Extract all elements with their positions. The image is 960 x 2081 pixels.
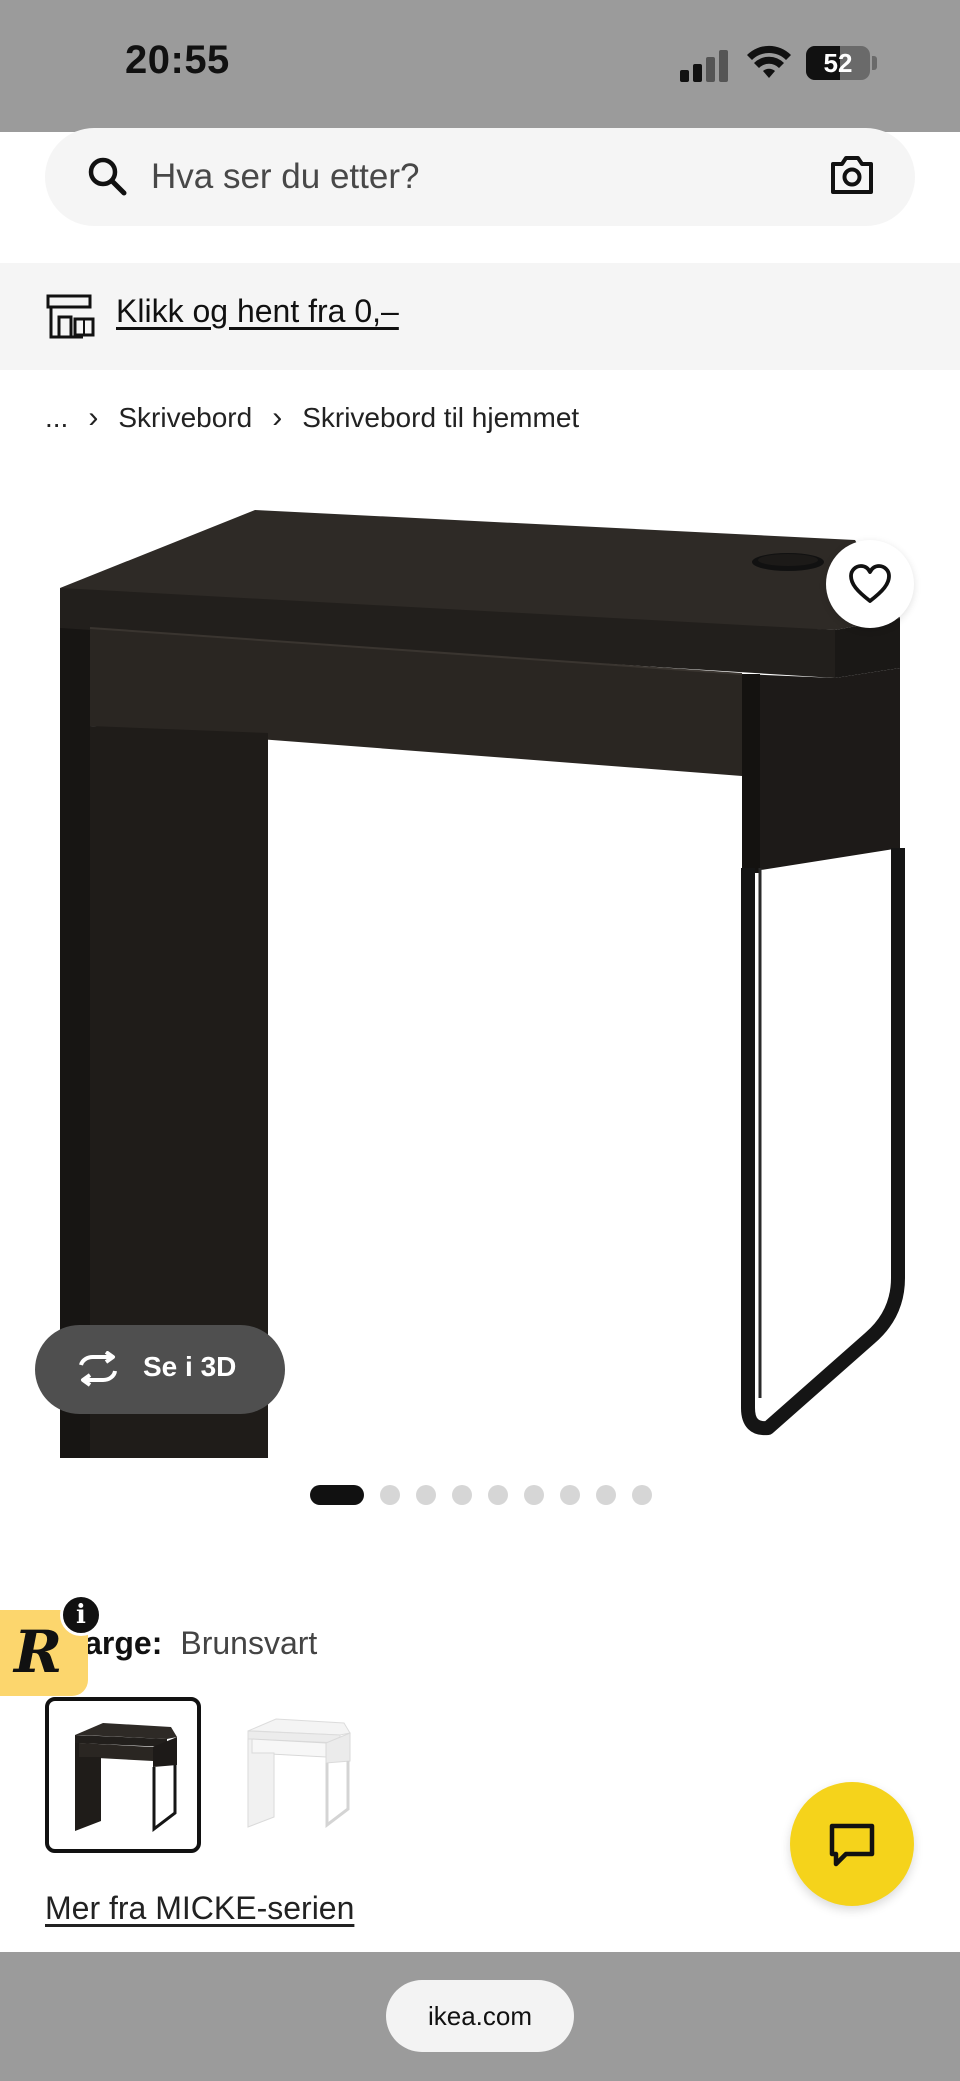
status-time: 20:55	[125, 38, 230, 82]
breadcrumb-separator: ›	[272, 401, 283, 434]
camera-icon[interactable]	[827, 150, 877, 200]
breadcrumb-item-skrivebord[interactable]: Skrivebord	[118, 402, 252, 434]
carousel-dot[interactable]	[524, 1485, 544, 1505]
click-collect-link[interactable]: Klikk og hent fra 0,–	[116, 293, 399, 330]
breadcrumb: ... › Skrivebord › Skrivebord til hjemme…	[45, 398, 579, 438]
breadcrumb-ellipsis[interactable]: ...	[45, 402, 68, 434]
wifi-icon	[747, 45, 791, 78]
carousel-dot[interactable]	[452, 1485, 472, 1505]
carousel-dot-active[interactable]	[310, 1485, 364, 1505]
store-icon	[46, 294, 95, 339]
view-3d-button[interactable]: Se i 3D	[35, 1325, 285, 1414]
battery-icon: 52	[806, 46, 870, 80]
carousel-dot[interactable]	[488, 1485, 508, 1505]
series-link[interactable]: Mer fra MICKE-serien	[45, 1890, 354, 1927]
carousel-dot[interactable]	[416, 1485, 436, 1505]
info-icon[interactable]: i	[60, 1594, 102, 1636]
heart-icon	[849, 564, 891, 603]
battery-level: 52	[823, 48, 853, 78]
page: 20:55 52 Hva ser du etter? Klikk og hent…	[0, 0, 960, 2081]
carousel-dot[interactable]	[632, 1485, 652, 1505]
carousel-dot[interactable]	[596, 1485, 616, 1505]
chat-icon	[829, 1823, 875, 1867]
breadcrumb-item-skrivebord-hjemmet[interactable]: Skrivebord til hjemmet	[302, 402, 579, 434]
click-collect-banner: Klikk og hent fra 0,–	[0, 263, 960, 370]
review-widget-logo: R	[14, 1618, 63, 1686]
battery-tip	[872, 56, 877, 70]
cellular-signal-icon	[680, 50, 730, 82]
favorite-button[interactable]	[826, 540, 914, 628]
breadcrumb-separator: ›	[88, 401, 99, 434]
view-3d-label: Se i 3D	[143, 1351, 237, 1382]
carousel-dot[interactable]	[380, 1485, 400, 1505]
carousel-dot[interactable]	[560, 1485, 580, 1505]
chat-button[interactable]	[790, 1782, 914, 1906]
rotate-3d-icon	[79, 1351, 117, 1387]
desk-thumbnail-brunsvart	[75, 1723, 177, 1833]
search-icon[interactable]	[85, 154, 129, 198]
product-image-desk[interactable]	[0, 478, 960, 1458]
browser-bottom-bar: ikea.com	[0, 1952, 960, 2081]
color-swatch-brunsvart[interactable]	[45, 1697, 201, 1853]
color-value: Brunsvart	[180, 1625, 318, 1661]
color-swatch-hvit[interactable]	[222, 1697, 378, 1853]
desk-thumbnail-hvit	[247, 1718, 351, 1829]
image-carousel-indicator	[310, 1485, 668, 1505]
search-input[interactable]	[151, 128, 751, 226]
status-bar: 20:55 52	[0, 0, 960, 132]
search-bar[interactable]	[45, 128, 915, 226]
url-bar[interactable]: ikea.com	[386, 1980, 574, 2052]
